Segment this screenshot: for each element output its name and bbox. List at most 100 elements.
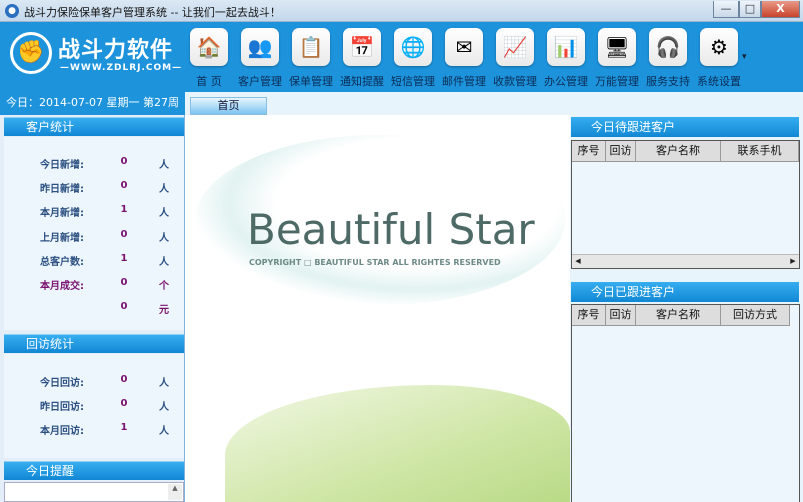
toolbar-icon: ⚙ [700,28,738,66]
toolbar-button-8[interactable]: 🖥 万能管理 [592,28,642,89]
stat-row: 总客户数: 1 人 [4,253,184,269]
title-bar: ● 战斗力保险保单客户管理系统 -- 让我们一起去战斗！ — □ X [0,0,803,22]
stat-row: 0元 [4,301,184,317]
horizontal-scrollbar[interactable]: ◀ ▶ [572,254,799,268]
scroll-up-arrow[interactable]: ▲ [168,484,182,500]
toolbar-button-4[interactable]: 🌐 短信管理 [388,28,438,89]
table-header: 序号 回访 客户名称 回访方式 [572,305,790,326]
column-header[interactable]: 客户名称 [636,305,721,326]
toolbar-button-7[interactable]: 📊 办公管理 [541,28,591,89]
stat-value: 0 [120,156,128,167]
customer-stats-header: 客户统计 [4,117,184,136]
column-header[interactable]: 序号 [572,141,606,162]
stat-unit: 元 [159,305,169,317]
maximize-button[interactable]: □ [739,1,761,18]
column-header[interactable]: 联系手机 [721,141,799,162]
banner-title: Beautiful Star [247,205,535,254]
fist-icon: ✊ [10,32,52,74]
stat-label: 上月新增: [40,232,84,244]
stat-value: 0 [120,228,128,240]
stat-unit: 人 [159,184,169,196]
stat-row: 本月新增: 1 人 [4,204,184,220]
toolbar-icon: 📋 [292,28,330,66]
stat-value: 0 [120,301,128,313]
stat-unit: 个 [159,281,169,292]
toolbar-icon: 📊 [547,28,585,66]
main-toolbar: ▾ 🏠 首 页 👥 客户管理 📋 保单管理 📅 通知提醒 🌐 短信管理 ✉ 邮件管理 📈 收款管理 📊 办公管… [185,22,803,92]
stat-row: 本月成交: 0 个 [4,277,184,293]
stat-unit: 人 [159,426,169,437]
column-header[interactable]: 客户名称 [636,141,721,162]
logo-area: ✊ 战斗力软件 —WWW.ZDLRJ.COM— 今日：2014-07-07 星期… [0,22,185,115]
toolbar-button-6[interactable]: 📈 收款管理 [490,28,540,89]
stat-label: 总客户数: [40,256,84,268]
customer-stats-body: 今日新增: 0 人昨日新增: 0 人本月新增: 1 人上月新增: 0 人总客户数: 1 人本月成交:… [4,137,184,330]
stat-unit: 人 [159,378,169,389]
followed-header: 今日已跟进客户 [571,282,799,302]
toolbar-button-2[interactable]: 📋 保单管理 [286,28,336,89]
stat-value: 0 [120,277,128,288]
column-header[interactable]: 序号 [572,305,606,326]
stat-row: 今日新增: 0 人 [4,156,184,172]
stat-value: 0 [120,180,128,192]
toolbar-icon: 📅 [343,28,381,66]
visit-stats-body: 今日回访: 0 人昨日回访: 0 人本月回访: 1 人 [4,354,184,458]
stat-row: 今日回访: 0 人 [4,374,184,390]
stat-label: 昨日新增: [40,184,84,196]
toolbar-icon: 👥 [241,28,279,66]
stat-label: 今日回访: [40,378,84,389]
stat-unit: 人 [159,256,169,268]
left-panel: ✊ 战斗力软件 —WWW.ZDLRJ.COM— 今日：2014-07-07 星期… [0,22,185,502]
stat-row: 昨日回访: 0 人 [4,398,184,414]
stat-unit: 人 [159,402,169,413]
today-date: 今日：2014-07-07 星期一 第27周 [6,96,179,109]
stat-value: 1 [120,204,128,216]
stat-value: 1 [120,422,128,433]
stat-label: 本月回访: [40,426,84,437]
toolbar-button-9[interactable]: 🎧 服务支持 [643,28,693,89]
toolbar-button-0[interactable]: 🏠 首 页 [184,28,234,89]
toolbar-icon: 🌐 [394,28,432,66]
stat-unit: 人 [159,208,169,220]
toolbar-button-5[interactable]: ✉ 邮件管理 [439,28,489,89]
logo-name: 战斗力软件 [58,38,174,63]
column-header[interactable]: 回访 [606,141,636,162]
stat-row: 本月回访: 1 人 [4,422,184,438]
toolbar-button-3[interactable]: 📅 通知提醒 [337,28,387,89]
stat-label: 本月新增: [40,208,84,220]
pending-header: 今日待跟进客户 [571,117,799,137]
logo-url: —WWW.ZDLRJ.COM— [60,63,183,73]
toolbar-icon: 🖥 [598,28,636,66]
stat-value: 1 [120,252,128,264]
tab-home[interactable]: 首页 [190,97,267,115]
banner-copyright: COPYRIGHT □ BEAUTIFUL STAR ALL RIGHTES R… [249,258,501,267]
window-title: 战斗力保险保单客户管理系统 -- 让我们一起去战斗！ [24,6,281,19]
toolbar-button-1[interactable]: 👥 客户管理 [235,28,285,89]
stat-label: 昨日回访: [40,402,84,413]
stat-row: 上月新增: 0 人 [4,229,184,245]
toolbar-icon: 🏠 [190,28,228,66]
reminder-list[interactable]: ▲ [4,482,184,502]
pending-table[interactable]: 序号 回访 客户名称 联系手机 ◀ ▶ [571,140,800,269]
toolbar-icon: 🎧 [649,28,687,66]
followed-table[interactable]: 序号 回访 客户名称 回访方式 [571,304,800,502]
stat-value: 0 [120,398,128,409]
stat-label: 本月成交: [40,281,84,292]
column-header[interactable]: 回访方式 [721,305,790,326]
app-icon: ● [5,4,19,18]
decorative-hill [225,385,570,502]
reminder-header: 今日提醒 [4,461,184,480]
column-header[interactable]: 回访 [606,305,636,326]
toolbar-icon: ✉ [445,28,483,66]
tab-strip: 首页 [185,92,803,115]
minimize-button[interactable]: — [713,1,739,18]
scroll-right-arrow[interactable]: ▶ [787,255,799,268]
stat-unit: 人 [159,232,169,244]
close-button[interactable]: X [761,1,800,18]
scroll-left-arrow[interactable]: ◀ [572,255,584,268]
right-panel: 今日待跟进客户 序号 回访 客户名称 联系手机 ◀ ▶ 今日已跟进客户 序号 回访 客户名… [570,115,803,502]
stat-unit: 人 [159,160,169,171]
toolbar-button-10[interactable]: ⚙ 系统设置 [694,28,744,89]
toolbar-icon: 📈 [496,28,534,66]
home-banner: Beautiful Star COPYRIGHT □ BEAUTIFUL STA… [185,115,570,502]
